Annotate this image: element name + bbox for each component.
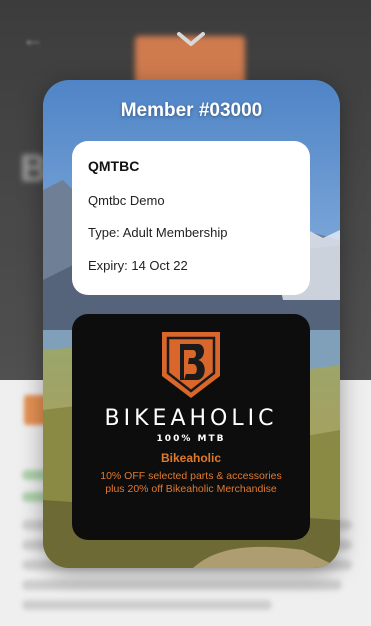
sponsor-panel[interactable]: BIKEAHOLIC 100% MTB Bikeaholic 10% OFF s… [72, 314, 310, 540]
chevron-down-icon[interactable] [176, 30, 206, 50]
member-name: Qmtbc Demo [88, 193, 165, 208]
membership-type: Type: Adult Membership [88, 225, 228, 240]
member-card: Member #03000 QMTBC Qmtbc Demo Type: Adu… [43, 80, 340, 568]
club-code: QMTBC [88, 158, 140, 174]
sponsor-name: Bikeaholic [160, 451, 222, 465]
membership-expiry: Expiry: 14 Oct 22 [88, 258, 188, 273]
bikeaholic-shield-logo [162, 332, 220, 398]
sponsor-offer: 10% OFF selected parts & accessories plu… [100, 470, 282, 495]
sponsor-tagline: 100% MTB [156, 434, 226, 444]
member-info-panel: QMTBC Qmtbc Demo Type: Adult Membership … [72, 141, 310, 295]
sponsor-wordmark: BIKEAHOLIC [104, 406, 278, 431]
member-number-title: Member #03000 [120, 100, 263, 121]
